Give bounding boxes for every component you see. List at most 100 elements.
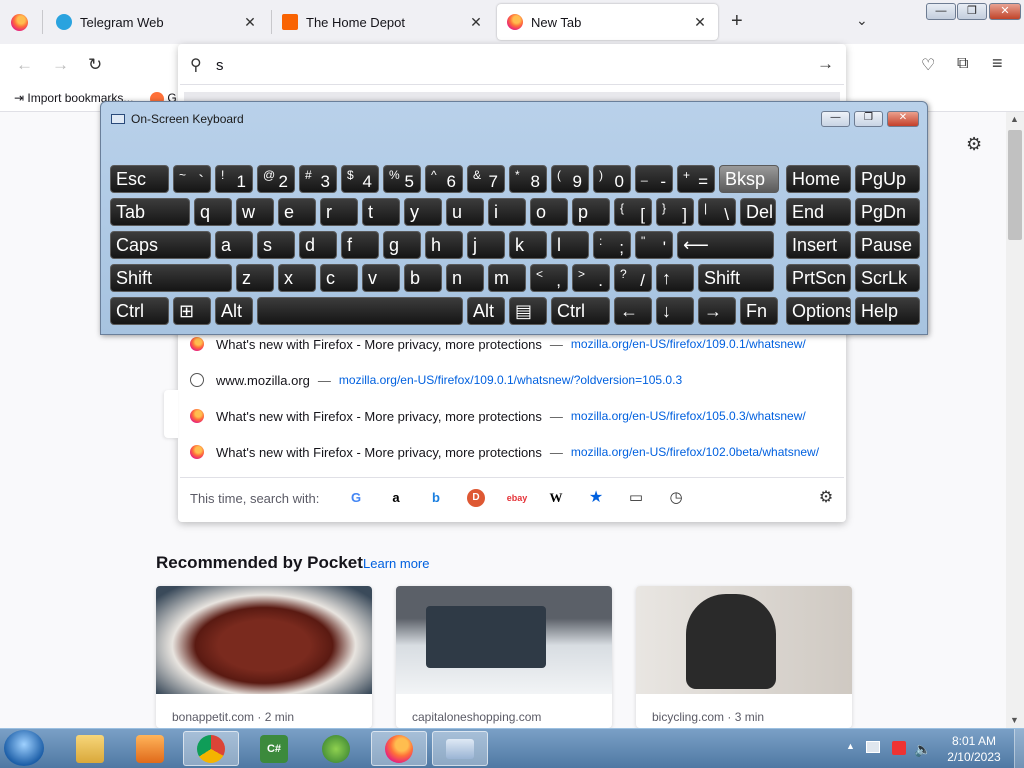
pocket-learn-more-link[interactable]: Learn more [363,556,429,571]
key-bracket[interactable]: {[ [614,198,652,226]
close-tab-icon[interactable]: ✕ [242,14,258,31]
key-3[interactable]: #3 [299,165,337,193]
key-punct[interactable]: " ' [635,231,673,259]
volume-icon[interactable]: 🔈 [914,741,931,758]
left-arrow-key[interactable]: ← [614,297,652,325]
reload-icon[interactable]: ↻ [88,55,102,75]
scroll-down-icon[interactable]: ▼ [1010,715,1019,725]
key-esc-key[interactable]: Esc [110,165,169,193]
key-5[interactable]: % 5 [383,165,421,193]
key-n[interactable]: n [446,264,484,292]
windows-key[interactable]: ⊞ [173,297,211,325]
key-bksp-key[interactable]: Bksp [719,165,779,193]
search-settings-gear-icon[interactable]: ⚙ [817,489,835,507]
key-punct[interactable]: <, [530,264,568,292]
key-insert-key[interactable]: Insert [786,231,851,259]
tab-home-depot[interactable]: The Home Depot ✕ [272,4,494,40]
ctrl-key[interactable]: Ctrl [110,297,169,325]
alt-key[interactable]: Alt [215,297,253,325]
key-i[interactable]: i [488,198,526,226]
key-caps-key[interactable]: Caps [110,231,211,259]
bookmarks-search-icon[interactable]: ★ [587,489,605,507]
tabs-search-icon[interactable]: ▭ [627,489,645,507]
key-1[interactable]: ! 1 [215,165,253,193]
key-tab-key[interactable]: Tab [110,198,190,226]
up-arrow-key[interactable]: ↑ [656,264,694,292]
key-9[interactable]: (9 [551,165,589,193]
pocket-card[interactable]: capitaloneshopping.com [396,586,612,728]
taskbar-media-player[interactable] [122,731,178,766]
key-m[interactable]: m [488,264,526,292]
extensions-icon[interactable]: ⧉ [957,55,968,73]
key-l[interactable]: l [551,231,589,259]
new-tab-button[interactable]: + [731,11,743,31]
action-center-icon[interactable] [892,741,906,755]
tray-expand-icon[interactable]: ▲ [846,741,855,751]
key-4[interactable]: $4 [341,165,379,193]
spacebar-key[interactable] [257,297,463,325]
key-v[interactable]: v [362,264,400,292]
url-input[interactable] [216,56,776,74]
key-punct[interactable]: :; [593,231,631,259]
menu-key[interactable]: ▤ [509,297,547,325]
taskbar-osk[interactable] [432,731,488,766]
key-punct[interactable]: >. [572,264,610,292]
key-del-key[interactable]: Del [740,198,776,226]
list-all-tabs-icon[interactable]: ⌄ [856,12,868,29]
pocket-card[interactable]: bicycling.com · 3 min [636,586,852,728]
key-8[interactable]: * 8 [509,165,547,193]
key-shift-key[interactable]: Shift [698,264,774,292]
taskbar-windows-app[interactable] [308,731,364,766]
key-w[interactable]: w [236,198,274,226]
key-equals[interactable]: + = [677,165,715,193]
ctrl-key[interactable]: Ctrl [551,297,610,325]
google-engine-icon[interactable]: G [347,489,365,507]
suggestion-row[interactable]: What's new with Firefox - More privacy, … [190,333,830,355]
key-pgup-key[interactable]: PgUp [855,165,920,193]
key-z[interactable]: z [236,264,274,292]
key-e[interactable]: e [278,198,316,226]
key-scrlk-key[interactable]: ScrLk [855,264,920,292]
key-g[interactable]: g [383,231,421,259]
window-maximize-button[interactable]: ❐ [957,3,987,20]
window-close-button[interactable]: ✕ [989,3,1021,20]
menu-icon[interactable]: ≡ [992,53,1003,74]
key-x[interactable]: x [278,264,316,292]
tab-new-tab[interactable]: New Tab ✕ [497,4,718,40]
right-arrow-key[interactable]: → [698,297,736,325]
taskbar-chrome[interactable] [183,731,239,766]
key-0[interactable]: ) 0 [593,165,631,193]
key-6[interactable]: ^ 6 [425,165,463,193]
key-backtick[interactable]: ~ ` [173,165,211,193]
key-punct[interactable]: ? / [614,264,652,292]
tab-telegram[interactable]: Telegram Web ✕ [46,4,268,40]
key-7[interactable]: & 7 [467,165,505,193]
key-shift-key[interactable]: Shift [110,264,232,292]
key-a[interactable]: a [215,231,253,259]
key-2[interactable]: @2 [257,165,295,193]
window-minimize-button[interactable]: — [926,3,956,20]
key-end-key[interactable]: End [786,198,851,226]
osk-close-button[interactable]: ✕ [887,111,919,127]
key-minus[interactable]: _ - [635,165,673,193]
ebay-engine-icon[interactable]: ebay [505,489,529,507]
close-tab-icon[interactable]: ✕ [468,14,484,31]
key-d[interactable]: d [299,231,337,259]
alt-key[interactable]: Alt [467,297,505,325]
help-key[interactable]: Help [855,297,920,325]
key-s[interactable]: s [257,231,295,259]
suggestion-row[interactable]: What's new with Firefox - More privacy, … [190,405,830,427]
key-prtscn-key[interactable]: PrtScn [786,264,851,292]
network-icon[interactable] [866,741,880,753]
key-pgdn-key[interactable]: PgDn [855,198,920,226]
key-j[interactable]: j [467,231,505,259]
key-c[interactable]: c [320,264,358,292]
show-desktop-button[interactable] [1014,729,1024,768]
taskbar-firefox[interactable] [371,731,427,766]
wikipedia-engine-icon[interactable]: W [547,489,565,507]
down-arrow-key[interactable]: ↓ [656,297,694,325]
page-settings-gear-icon[interactable]: ⚙ [966,134,982,155]
suggestion-row[interactable]: What's new with Firefox - More privacy, … [190,441,830,463]
key-o[interactable]: o [530,198,568,226]
taskbar-explorer[interactable] [62,731,118,766]
